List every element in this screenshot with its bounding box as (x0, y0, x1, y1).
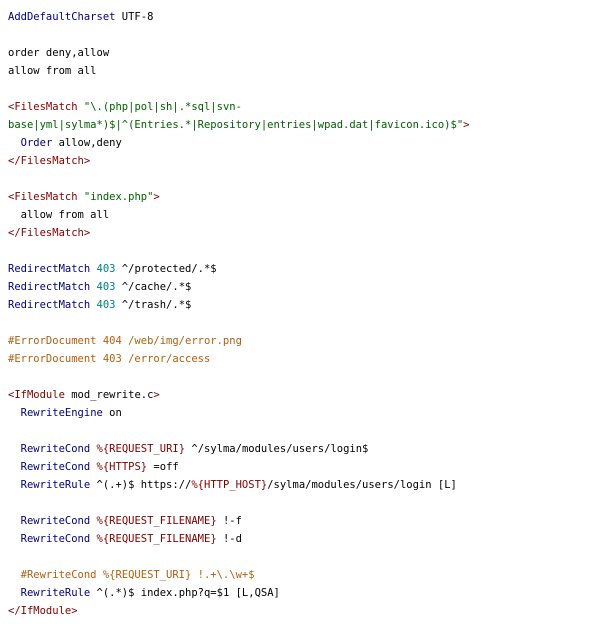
code-token: !-d (216, 533, 242, 545)
code-token: AddDefaultCharset (8, 11, 116, 23)
code-token: RedirectMatch (8, 281, 91, 293)
code-line: RedirectMatch 403 ^/trash/.*$ (8, 296, 469, 314)
code-token: "\.(php|pol|sh|.*sql|svn- (83, 101, 242, 113)
code-line: </FilesMatch> (8, 224, 469, 242)
code-token: ^(.+)$ https:// (90, 479, 192, 491)
code-token: "index.php" (83, 191, 154, 203)
code-line: RewriteEngine on (8, 404, 469, 422)
code-line: RewriteRule ^(.+)$ https://%{HTTP_HOST}/… (8, 476, 469, 494)
code-token: </FilesMatch> (8, 155, 91, 167)
code-token: </FilesMatch> (8, 227, 91, 239)
code-token: ^/cache/.*$ (115, 281, 192, 293)
code-token: > (153, 191, 160, 203)
code-token: %{REQUEST_FILENAME} (96, 533, 217, 545)
code-line: <IfModule mod_rewrite.c> (8, 386, 469, 404)
code-line: RewriteCond %{REQUEST_FILENAME} !-f (8, 512, 469, 530)
code-line: <FilesMatch "index.php"> (8, 188, 469, 206)
code-line: Order allow,deny (8, 134, 469, 152)
code-token: ^/sylma/modules/users/login$ (185, 443, 369, 455)
code-token: =off (147, 461, 179, 473)
code-token: mod_rewrite.c (64, 389, 154, 401)
code-line: RedirectMatch 403 ^/protected/.*$ (8, 260, 469, 278)
code-line: #RewriteCond %{REQUEST_URI} !.+\.\w+$ (8, 566, 469, 584)
code-line: RewriteCond %{HTTPS} =off (8, 458, 469, 476)
code-token: %{HTTP_HOST} (191, 479, 268, 491)
code-line: RewriteRule ^(.*)$ index.php?q=$1 [L,QSA… (8, 584, 469, 602)
code-token: RedirectMatch (8, 299, 91, 311)
code-token: #ErrorDocument 403 /error/access (8, 353, 211, 365)
code-token: %{REQUEST_URI} (96, 443, 186, 455)
code-token: base|yml|sylma*)$|^(Entries.*|Repository… (8, 119, 464, 131)
code-token: %{REQUEST_FILENAME} (96, 515, 217, 527)
code-token: RewriteRule (20, 479, 91, 491)
code-token: </IfModule> (8, 605, 78, 617)
code-token: /sylma/modules/users/login [L] (267, 479, 457, 491)
code-line: RedirectMatch 403 ^/cache/.*$ (8, 278, 469, 296)
code-token: > (463, 119, 470, 131)
code-token: RewriteCond (20, 533, 91, 545)
code-token: <IfModule (8, 389, 65, 401)
code-token: 403 (96, 263, 116, 275)
code-token: RedirectMatch (8, 263, 91, 275)
code-token: > (153, 389, 160, 401)
code-line: RewriteCond %{REQUEST_FILENAME} !-d (8, 530, 469, 548)
code-line: allow from all (8, 62, 469, 80)
code-line: #ErrorDocument 403 /error/access (8, 350, 469, 368)
code-token: ^/trash/.*$ (115, 299, 192, 311)
code-token: RewriteCond (20, 461, 91, 473)
code-line: base|yml|sylma*)$|^(Entries.*|Repository… (8, 116, 469, 134)
code-token: %{HTTPS} (96, 461, 148, 473)
code-token: order deny,allow (8, 47, 110, 59)
code-line: #ErrorDocument 404 /web/img/error.png (8, 332, 469, 350)
code-line: allow from all (8, 206, 469, 224)
code-line: <FilesMatch "\.(php|pol|sh|.*sql|svn- (8, 98, 469, 116)
code-token: allow from all (8, 209, 110, 221)
code-token: #RewriteCond %{REQUEST_URI} !.+\.\w+$ (8, 569, 255, 581)
code-line: </FilesMatch> (8, 152, 469, 170)
code-token: 403 (96, 299, 116, 311)
htaccess-code-block: AddDefaultCharset UTF-8 order deny,allow a… (8, 8, 469, 620)
code-token: !-f (216, 515, 242, 527)
code-line: </IfModule> (8, 602, 469, 620)
code-token: RewriteCond (20, 515, 91, 527)
code-token: RewriteEngine (20, 407, 103, 419)
code-token: #ErrorDocument 404 /web/img/error.png (8, 335, 242, 347)
code-line: order deny,allow (8, 44, 469, 62)
code-token: <FilesMatch (8, 101, 78, 113)
code-token: ^(.*)$ index.php?q=$1 [L,QSA] (90, 587, 280, 599)
code-line: AddDefaultCharset UTF-8 (8, 8, 469, 26)
code-token: 403 (96, 281, 116, 293)
code-token: ^/protected/.*$ (115, 263, 217, 275)
code-token: allow,deny (52, 137, 122, 149)
code-token: on (102, 407, 122, 419)
code-token: RewriteCond (20, 443, 91, 455)
code-token: allow from all (8, 65, 97, 77)
code-token: <FilesMatch (8, 191, 78, 203)
code-token: Order (20, 137, 53, 149)
code-token: UTF-8 (115, 11, 154, 23)
code-token: RewriteRule (20, 587, 91, 599)
code-line: RewriteCond %{REQUEST_URI} ^/sylma/modul… (8, 440, 469, 458)
